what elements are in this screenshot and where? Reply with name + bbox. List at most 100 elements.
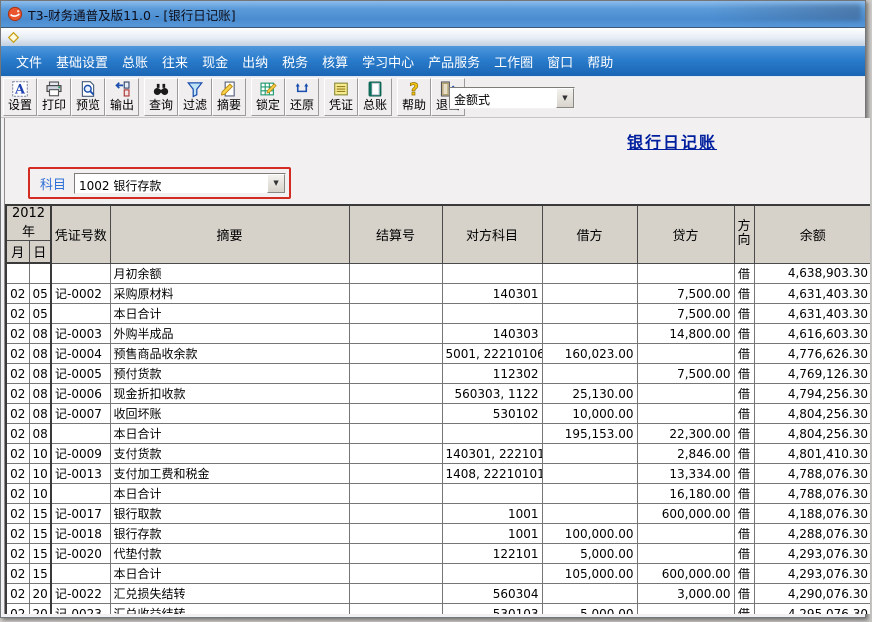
toolbar-button-voucher[interactable]: 凭证: [324, 78, 358, 116]
cell-counter-account: 140301: [442, 284, 542, 304]
table-row[interactable]: 0210记-0013支付加工费和税金1408, 2221010113,334.0…: [6, 464, 870, 484]
toolbar-button-export[interactable]: 输出: [105, 78, 139, 116]
cell-day: 10: [29, 484, 51, 504]
toolbar-button-query[interactable]: 查询: [144, 78, 178, 116]
cell-month: 02: [6, 424, 29, 444]
cell-counter-account: 5001, 22210106: [442, 344, 542, 364]
cell-debit: [542, 324, 637, 344]
table-row[interactable]: 0208记-0007收回坏账53010210,000.00借4,804,256.…: [6, 404, 870, 424]
toolbar-button-label: 输出: [110, 98, 134, 112]
menu-item-0[interactable]: 文件: [9, 49, 49, 74]
toolbar-button-ledger[interactable]: 总账: [358, 78, 392, 116]
toolbar-button-label: 总账: [363, 98, 387, 112]
table-row[interactable]: 0208记-0006现金折扣收款560303, 112225,130.00借4,…: [6, 384, 870, 404]
menu-item-5[interactable]: 出纳: [235, 49, 275, 74]
cell-summary: 银行取款: [110, 504, 349, 524]
table-row[interactable]: 0208记-0004预售商品收余款5001, 22210106160,023.0…: [6, 344, 870, 364]
table-row[interactable]: 0220记-0023汇兑收益结转5301035,000.00借4,295,076…: [6, 604, 870, 615]
table-row[interactable]: 0215记-0018银行存款1001100,000.00借4,288,076.3…: [6, 524, 870, 544]
cell-debit: 105,000.00: [542, 564, 637, 584]
cell-direction: 借: [734, 464, 754, 484]
table-row[interactable]: 0215记-0017银行取款1001600,000.00借4,188,076.3…: [6, 504, 870, 524]
cell-direction: 借: [734, 324, 754, 344]
report-title: 银行日记账: [627, 129, 717, 153]
cell-day: 08: [29, 424, 51, 444]
cell-counter-account: 140301, 22210101: [442, 444, 542, 464]
question-mark-icon: ?: [405, 80, 423, 98]
toolbar-button-lock[interactable]: 锁定: [251, 78, 285, 116]
cell-counter-account: 560304: [442, 584, 542, 604]
chevron-down-icon[interactable]: ▼: [556, 88, 574, 108]
cell-direction: 借: [734, 304, 754, 324]
table-row[interactable]: 0205记-0002采购原材料1403017,500.00借4,631,403.…: [6, 284, 870, 304]
cell-month: 02: [6, 584, 29, 604]
menu-item-8[interactable]: 学习中心: [355, 49, 421, 74]
table-row[interactable]: 0215本日合计105,000.00600,000.00借4,293,076.3…: [6, 564, 870, 584]
cell-day: 15: [29, 524, 51, 544]
format-style-select[interactable]: 金额式 ▼: [449, 87, 575, 109]
cell-day: 08: [29, 344, 51, 364]
menu-item-2[interactable]: 总账: [115, 49, 155, 74]
cell-month: 02: [6, 564, 29, 584]
table-row[interactable]: 0210本日合计16,180.00借4,788,076.30: [6, 484, 870, 504]
cell-balance: 4,776,626.30: [754, 344, 870, 364]
menu-item-7[interactable]: 核算: [315, 49, 355, 74]
cell-counter-account: 122101: [442, 544, 542, 564]
cell-balance: 4,804,256.30: [754, 404, 870, 424]
cell-day: 15: [29, 504, 51, 524]
cell-direction: 借: [734, 564, 754, 584]
cell-month: 02: [6, 484, 29, 504]
cell-settle-no: [349, 524, 442, 544]
cell-balance: 4,788,076.30: [754, 484, 870, 504]
toolbar-button-preview[interactable]: 预览: [71, 78, 105, 116]
cell-credit: [637, 344, 734, 364]
cell-settle-no: [349, 564, 442, 584]
cell-debit: 100,000.00: [542, 524, 637, 544]
table-row[interactable]: 0210记-0009支付货款140301, 222101012,846.00借4…: [6, 444, 870, 464]
menu-item-1[interactable]: 基础设置: [49, 49, 115, 74]
cell-settle-no: [349, 484, 442, 504]
table-row[interactable]: 月初余额借4,638,903.30: [6, 263, 870, 284]
menu-item-10[interactable]: 工作圈: [487, 49, 540, 74]
cell-balance: 4,631,403.30: [754, 284, 870, 304]
cell-debit: [542, 484, 637, 504]
cell-credit: 16,180.00: [637, 484, 734, 504]
cell-counter-account: 530102: [442, 404, 542, 424]
toolbar-button-help[interactable]: ?帮助: [397, 78, 431, 116]
cell-voucher-no: 记-0007: [51, 404, 110, 424]
toolbar-button-restore[interactable]: 还原: [285, 78, 319, 116]
menu-item-9[interactable]: 产品服务: [421, 49, 487, 74]
cell-debit: [542, 364, 637, 384]
cell-credit: 14,800.00: [637, 324, 734, 344]
menu-item-12[interactable]: 帮助: [580, 49, 620, 74]
cell-credit: [637, 404, 734, 424]
background-window-blur: [711, 4, 861, 21]
toolbar-button-summary[interactable]: 摘要: [212, 78, 246, 116]
cell-balance: 4,295,076.30: [754, 604, 870, 615]
menu-item-3[interactable]: 往来: [155, 49, 195, 74]
toolbar-button-print[interactable]: 打印: [37, 78, 71, 116]
title-bar: T3-财务通普及版11.0 - [银行日记账]: [1, 1, 865, 27]
cell-settle-no: [349, 364, 442, 384]
cell-counter-account: 530103: [442, 604, 542, 615]
table-row[interactable]: 0208本日合计195,153.0022,300.00借4,804,256.30: [6, 424, 870, 444]
menu-item-4[interactable]: 现金: [195, 49, 235, 74]
table-row[interactable]: 0205本日合计7,500.00借4,631,403.30: [6, 304, 870, 324]
child-window-icon[interactable]: [6, 30, 21, 45]
chevron-down-icon[interactable]: ▼: [267, 174, 285, 193]
toolbar-button-settings[interactable]: A设置: [3, 78, 37, 116]
cell-summary: 收回坏账: [110, 404, 349, 424]
toolbar-button-label: 设置: [8, 98, 32, 112]
cell-debit: [542, 284, 637, 304]
toolbar-button-filter[interactable]: 过滤: [178, 78, 212, 116]
table-row[interactable]: 0208记-0003外购半成品14030314,800.00借4,616,603…: [6, 324, 870, 344]
menu-item-6[interactable]: 税务: [275, 49, 315, 74]
table-row[interactable]: 0215记-0020代垫付款1221015,000.00借4,293,076.3…: [6, 544, 870, 564]
menu-item-11[interactable]: 窗口: [540, 49, 580, 74]
subject-select[interactable]: 1002 银行存款 ▼: [74, 173, 286, 194]
table-row[interactable]: 0208记-0005预付货款1123027,500.00借4,769,126.3…: [6, 364, 870, 384]
table-row[interactable]: 0220记-0022汇兑损失结转5603043,000.00借4,290,076…: [6, 584, 870, 604]
cell-counter-account: 560303, 1122: [442, 384, 542, 404]
header-summary: 摘要: [110, 205, 349, 263]
app-window: T3-财务通普及版11.0 - [银行日记账] 文件基础设置总账往来现金出纳税务…: [0, 0, 866, 618]
